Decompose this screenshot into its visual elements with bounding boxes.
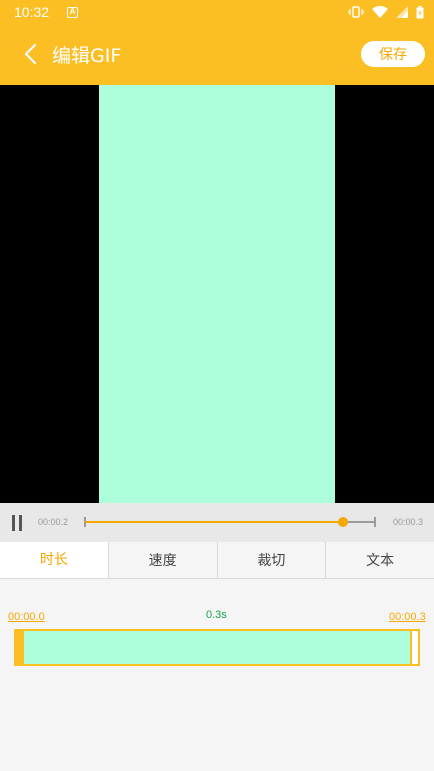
current-time: 00:00.2 xyxy=(38,517,69,527)
chevron-left-icon xyxy=(24,43,37,65)
frame-timeline[interactable] xyxy=(14,629,420,666)
vibrate-icon xyxy=(348,6,364,18)
tab-crop[interactable]: 裁切 xyxy=(216,542,326,578)
a-icon: A xyxy=(67,6,79,18)
edit-tabs: 时长 速度 裁切 文本 xyxy=(0,542,434,579)
pause-icon-bar-right xyxy=(19,515,22,531)
app-bar: 编辑GIF 保存 xyxy=(0,24,434,85)
playback-slider[interactable] xyxy=(84,515,376,529)
tab-text[interactable]: 文本 xyxy=(325,542,434,578)
signal-icon xyxy=(396,6,408,18)
tab-duration[interactable]: 时长 xyxy=(0,542,108,578)
status-icons xyxy=(348,5,424,19)
status-time: 10:32 xyxy=(14,4,50,20)
total-time: 00:00.3 xyxy=(393,517,424,527)
back-button[interactable] xyxy=(16,40,44,68)
range-duration: 0.3s xyxy=(206,609,227,621)
status-bar: 10:32 A xyxy=(0,0,434,24)
gif-preview xyxy=(0,85,434,503)
slider-fill xyxy=(85,521,344,523)
preview-frame xyxy=(99,85,335,503)
page-title: 编辑GIF xyxy=(52,45,122,67)
pause-icon-bar-left xyxy=(12,515,15,531)
slider-thumb[interactable] xyxy=(338,517,349,527)
slider-end-cap xyxy=(374,517,376,527)
timeline-end-handle[interactable] xyxy=(410,629,420,666)
pause-button[interactable] xyxy=(12,515,26,531)
battery-icon xyxy=(416,5,424,18)
playback-bar: 00:00.2 00:00.3 xyxy=(0,503,434,542)
range-end-time[interactable]: 00:00.3 xyxy=(389,611,426,623)
wifi-icon xyxy=(372,6,388,18)
save-button[interactable]: 保存 xyxy=(361,41,425,67)
timeline-start-handle[interactable] xyxy=(14,629,24,666)
range-start-time[interactable]: 00:00.0 xyxy=(8,611,45,623)
tab-speed[interactable]: 速度 xyxy=(107,542,217,578)
